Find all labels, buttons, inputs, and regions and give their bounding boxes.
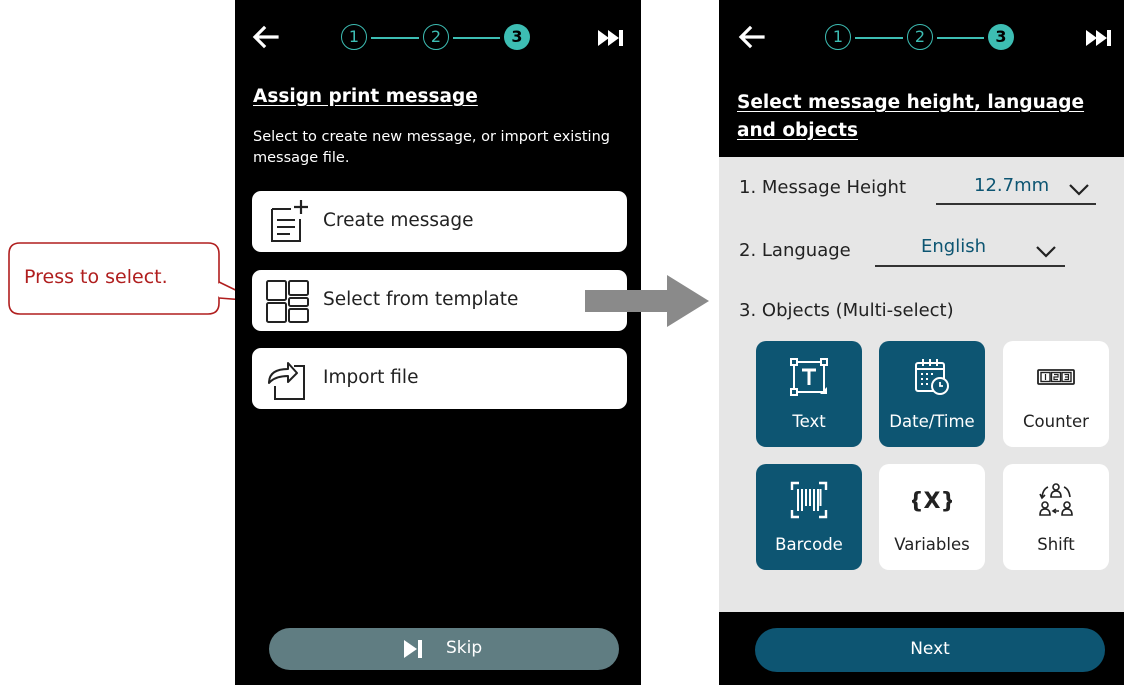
date-time-icon xyxy=(915,359,949,395)
counter-icon xyxy=(1037,369,1075,385)
create-message-label: Create message xyxy=(323,210,474,231)
next-button[interactable]: Next xyxy=(755,628,1105,672)
object-tile-variables[interactable]: {X} Variables xyxy=(879,464,985,570)
language-value: English xyxy=(921,236,986,257)
language-label: 2. Language xyxy=(739,240,851,261)
skip-to-end-icon[interactable] xyxy=(1083,24,1115,52)
object-label: Text xyxy=(792,412,826,431)
step-connector xyxy=(453,37,500,39)
page-title: Select message height, language and obje… xyxy=(737,92,1085,141)
object-label: Variables xyxy=(894,535,970,554)
step-1: 1 xyxy=(341,24,367,50)
page-title: Assign print message xyxy=(253,86,478,107)
step-1: 1 xyxy=(825,24,851,50)
callout-text: Press to select. xyxy=(24,266,168,288)
top-bar: 1 2 3 xyxy=(235,0,641,76)
step-2: 2 xyxy=(423,24,449,50)
header: 1 2 3 Select message height, language an… xyxy=(719,0,1124,157)
step-3: 3 xyxy=(988,24,1014,50)
step-connector xyxy=(371,37,419,39)
step-2: 2 xyxy=(907,24,933,50)
skip-label: Skip xyxy=(446,638,483,658)
step-connector xyxy=(855,37,903,39)
import-file-button[interactable]: Import file xyxy=(252,348,627,409)
back-arrow-icon[interactable] xyxy=(737,22,767,52)
step-indicator: 1 2 3 xyxy=(341,24,541,52)
variables-icon: {X} xyxy=(912,489,952,514)
step-3: 3 xyxy=(504,24,530,50)
settings-panel: 1. Message Height 12.7mm 2. Language Eng… xyxy=(719,157,1124,612)
dropdown-underline xyxy=(936,203,1096,205)
shift-icon xyxy=(1039,483,1073,516)
object-label: Date/Time xyxy=(889,412,975,431)
chevron-down-icon xyxy=(1069,184,1089,196)
select-template-button[interactable]: Select from template xyxy=(252,270,627,331)
create-message-button[interactable]: Create message xyxy=(252,191,627,252)
objects-label: 3. Objects (Multi-select) xyxy=(739,300,954,321)
import-file-icon xyxy=(268,362,305,400)
skip-button[interactable]: Skip xyxy=(269,628,619,670)
dropdown-underline xyxy=(875,265,1065,267)
transition-arrow xyxy=(585,275,709,327)
svg-text:{X}: {X} xyxy=(912,489,952,514)
skip-to-end-icon[interactable] xyxy=(595,24,627,52)
skip-icon xyxy=(404,640,422,658)
object-label: Barcode xyxy=(775,535,843,554)
message-height-value: 12.7mm xyxy=(974,175,1050,196)
back-arrow-icon[interactable] xyxy=(251,22,281,52)
next-label: Next xyxy=(910,639,950,659)
message-height-label: 1. Message Height xyxy=(739,177,907,198)
page-subtitle: Select to create new message, or import … xyxy=(253,129,610,166)
import-file-label: Import file xyxy=(323,367,419,388)
chevron-down-icon xyxy=(1036,246,1056,258)
object-label: Shift xyxy=(1037,535,1075,554)
select-template-label: Select from template xyxy=(323,289,519,310)
language-dropdown[interactable]: English xyxy=(875,231,1065,267)
object-tile-date-time[interactable]: Date/Time xyxy=(879,341,985,447)
template-grid-icon xyxy=(266,280,309,323)
object-tile-barcode[interactable]: Barcode xyxy=(756,464,862,570)
barcode-icon xyxy=(790,481,828,519)
message-height-dropdown[interactable]: 12.7mm xyxy=(936,169,1096,205)
text-icon xyxy=(790,358,828,396)
create-message-icon xyxy=(271,200,308,242)
object-label: Counter xyxy=(1023,412,1089,431)
object-tile-shift[interactable]: Shift xyxy=(1003,464,1109,570)
left-screen: 1 2 3 Assign print message Select to cre… xyxy=(235,0,641,685)
object-tile-counter[interactable]: Counter xyxy=(1003,341,1109,447)
object-tile-text[interactable]: Text xyxy=(756,341,862,447)
right-screen: 1 2 3 Select message height, language an… xyxy=(719,0,1124,685)
step-indicator: 1 2 3 xyxy=(825,24,1025,52)
step-connector xyxy=(937,37,984,39)
